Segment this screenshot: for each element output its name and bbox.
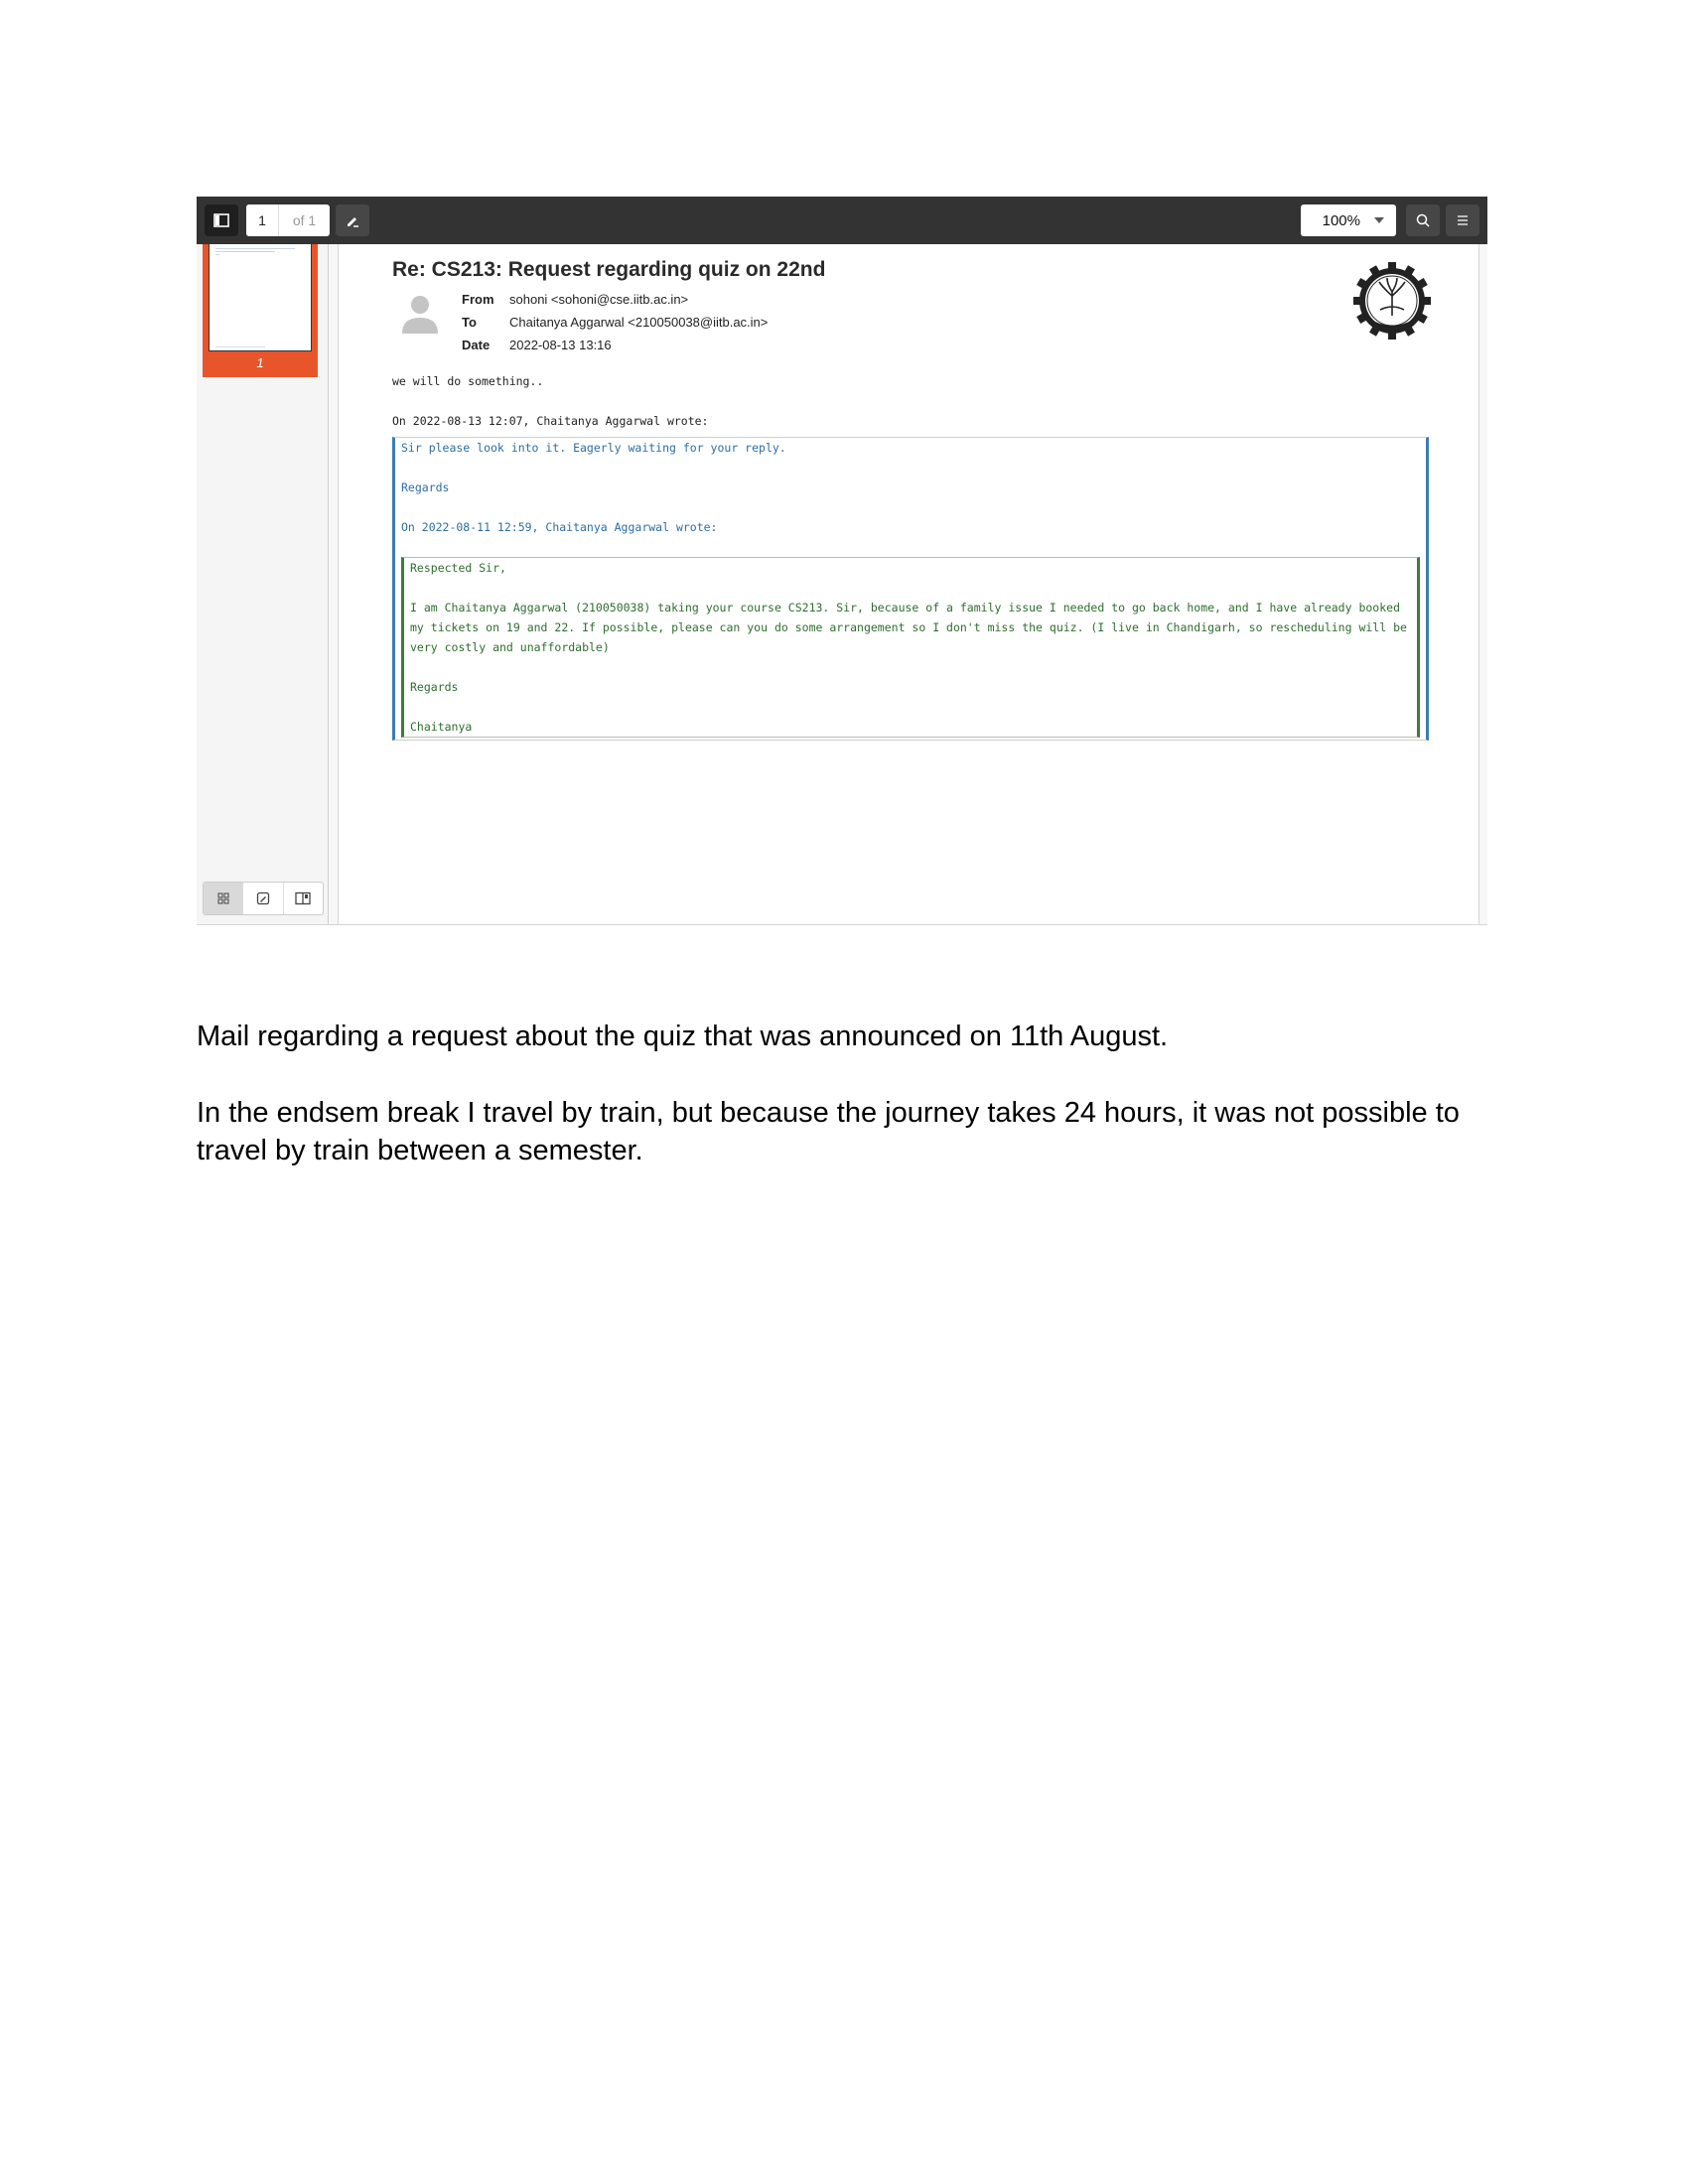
date-value: 2022-08-13 13:16 (509, 338, 612, 352)
quoted-regards: Regards (401, 480, 450, 494)
quote-intro: On 2022-08-13 12:07, Chaitanya Aggarwal … (392, 414, 709, 428)
from-value: sohoni <sohoni@cse.iitb.ac.in> (509, 292, 689, 307)
sidebar-toggle-button[interactable] (205, 205, 238, 236)
page-thumbnail[interactable]: 1 (203, 244, 318, 377)
thumbnail-sidebar: 1 (197, 244, 329, 924)
outline-view-button[interactable] (284, 883, 323, 914)
nested-regards: Regards (410, 680, 459, 694)
menu-button[interactable] (1446, 205, 1479, 236)
caption-paragraph-1: Mail regarding a request about the quiz … (197, 1021, 1169, 1052)
annotate-pen-icon (348, 217, 358, 227)
date-label: Date (462, 338, 491, 352)
nested-greeting: Respected Sir, (410, 561, 506, 575)
viewer-toolbar: of 1 100% (197, 197, 1487, 244)
nested-signature: Chaitanya (410, 720, 473, 734)
institute-logo-icon (1353, 262, 1431, 340)
to-value: Chaitanya Aggarwal <210050038@iitb.ac.in… (509, 315, 769, 330)
reply-text: we will do something.. (392, 374, 544, 388)
quoted-line: Sir please look into it. Eagerly waiting… (401, 441, 786, 455)
user-avatar-icon (402, 296, 438, 334)
search-icon (1416, 213, 1430, 227)
sidebar-view-switch (203, 882, 324, 915)
outline-icon (295, 891, 311, 905)
menu-icon (1458, 215, 1468, 225)
thumbnail-page-preview (209, 244, 312, 351)
nested-quoted-message: Respected Sir, I am Chaitanya Aggarwal (… (401, 557, 1420, 738)
caption-paragraph-2: In the endsem break I travel by train, b… (197, 1097, 1460, 1166)
pdf-viewer-screenshot: of 1 100% (197, 197, 1487, 925)
chevron-down-icon (1374, 217, 1384, 223)
quoted-message: Sir please look into it. Eagerly waiting… (392, 437, 1429, 741)
page-total-label: of 1 (292, 212, 317, 228)
quoted-text: Sir please look into it. Eagerly waiting… (401, 438, 1420, 537)
email-from-row: From sohoni <sohoni@cse.iitb.ac.in> (462, 292, 688, 307)
nested-quote-intro: On 2022-08-11 12:59, Chaitanya Aggarwal … (401, 520, 718, 534)
thumbnails-view-button[interactable] (204, 883, 244, 914)
email-body: we will do something.. On 2022-08-13 12:… (392, 371, 709, 431)
nested-paragraph: I am Chaitanya Aggarwal (210050038) taki… (410, 601, 1414, 654)
sidebar-toggle-icon (213, 213, 229, 227)
page-number-input[interactable] (246, 205, 279, 236)
annotations-view-button[interactable] (243, 883, 284, 914)
nested-quoted-text: Respected Sir, I am Chaitanya Aggarwal (… (410, 558, 1411, 737)
thumbnails-grid-icon (217, 892, 229, 904)
zoom-value: 100% (1322, 211, 1360, 229)
zoom-select[interactable]: 100% (1301, 205, 1396, 236)
thumbnail-page-number: 1 (256, 355, 264, 370)
document-page: Re: CS213: Request regarding quiz on 22n… (338, 244, 1479, 924)
email-date-row: Date 2022-08-13 13:16 (462, 338, 612, 352)
page-navigator: of 1 (246, 205, 330, 236)
to-label: To (462, 315, 477, 330)
search-button[interactable] (1406, 205, 1440, 236)
annotate-button[interactable] (336, 205, 369, 236)
email-to-row: To Chaitanya Aggarwal <210050038@iitb.ac… (462, 315, 768, 330)
from-label: From (462, 292, 494, 307)
email-subject: Re: CS213: Request regarding quiz on 22n… (392, 258, 826, 281)
annotations-icon (256, 891, 270, 905)
